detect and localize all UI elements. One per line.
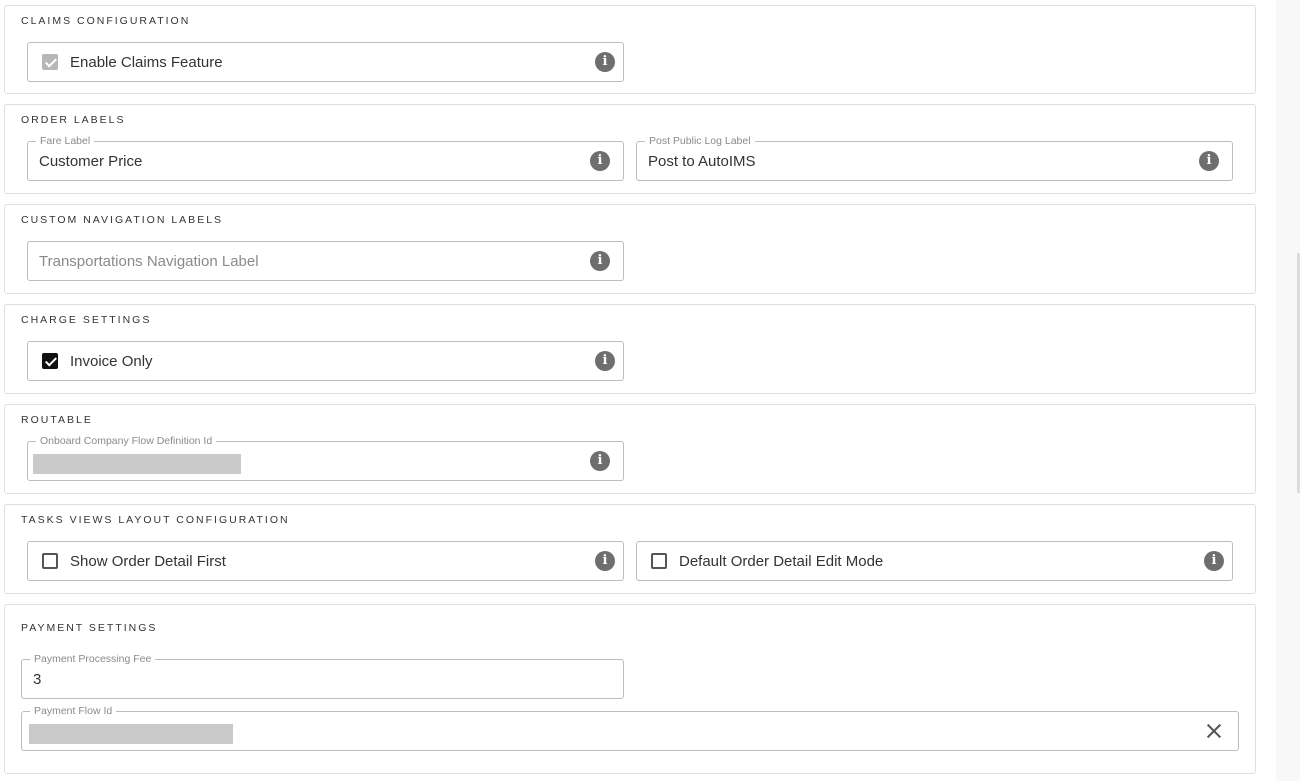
payment-processing-fee-legend: Payment Processing Fee	[30, 652, 156, 666]
info-icon[interactable]: i	[595, 551, 615, 571]
invoice-only-field[interactable]: Invoice Only i	[27, 341, 624, 381]
claims-configuration-section: CLAIMS CONFIGURATION Enable Claims Featu…	[4, 5, 1256, 94]
enable-claims-field[interactable]: Enable Claims Feature i	[27, 42, 624, 82]
show-order-detail-first-checkbox[interactable]	[42, 553, 58, 569]
fare-label-value[interactable]: Customer Price	[39, 153, 142, 170]
section-title: CLAIMS CONFIGURATION	[21, 15, 191, 27]
default-edit-mode-checkbox[interactable]	[651, 553, 667, 569]
info-icon[interactable]: i	[595, 351, 615, 371]
order-labels-section: ORDER LABELS Fare Label Customer Price i…	[4, 104, 1256, 194]
default-edit-mode-label: Default Order Detail Edit Mode	[679, 553, 884, 570]
section-title: CUSTOM NAVIGATION LABELS	[21, 214, 224, 226]
section-title: CHARGE SETTINGS	[21, 314, 152, 326]
fare-label-legend: Fare Label	[36, 134, 95, 148]
payment-processing-fee-field[interactable]: Payment Processing Fee 3	[21, 652, 624, 699]
fare-label-field[interactable]: Fare Label Customer Price i	[27, 134, 624, 181]
transportations-navigation-label-field[interactable]: Transportations Navigation Label i	[27, 241, 624, 281]
payment-flow-id-field[interactable]: Payment Flow Id	[21, 704, 1239, 751]
flow-definition-id-field[interactable]: Onboard Company Flow Definition Id i	[27, 434, 624, 481]
flow-definition-id-legend: Onboard Company Flow Definition Id	[36, 434, 217, 448]
payment-processing-fee-value[interactable]: 3	[33, 671, 41, 688]
post-public-log-label-legend: Post Public Log Label	[645, 134, 755, 148]
post-public-log-label-value[interactable]: Post to AutoIMS	[648, 153, 756, 170]
redacted-value	[29, 724, 233, 744]
section-title: TASKS VIEWS LAYOUT CONFIGURATION	[21, 514, 290, 526]
payment-settings-section: PAYMENT SETTINGS Payment Processing Fee …	[4, 604, 1256, 774]
invoice-only-checkbox[interactable]	[42, 353, 58, 369]
default-edit-mode-field[interactable]: Default Order Detail Edit Mode i	[636, 541, 1233, 581]
section-title: ROUTABLE	[21, 414, 93, 426]
transportations-navigation-label-placeholder[interactable]: Transportations Navigation Label	[39, 253, 259, 270]
invoice-only-label: Invoice Only	[70, 353, 153, 370]
charge-settings-section: CHARGE SETTINGS Invoice Only i	[4, 304, 1256, 394]
info-icon[interactable]: i	[1204, 551, 1224, 571]
close-icon[interactable]	[1204, 721, 1224, 741]
redacted-value	[33, 454, 241, 474]
info-icon[interactable]: i	[1199, 151, 1219, 171]
payment-flow-id-legend: Payment Flow Id	[30, 704, 117, 718]
show-order-detail-first-label: Show Order Detail First	[70, 553, 226, 570]
tasks-views-layout-section: TASKS VIEWS LAYOUT CONFIGURATION Show Or…	[4, 504, 1256, 594]
section-title: PAYMENT SETTINGS	[21, 622, 158, 634]
routable-section: ROUTABLE Onboard Company Flow Definition…	[4, 404, 1256, 494]
info-icon[interactable]: i	[590, 251, 610, 271]
info-icon[interactable]: i	[590, 151, 610, 171]
enable-claims-checkbox[interactable]	[42, 54, 58, 70]
custom-navigation-labels-section: CUSTOM NAVIGATION LABELS Transportations…	[4, 204, 1256, 294]
section-title: ORDER LABELS	[21, 114, 126, 126]
enable-claims-label: Enable Claims Feature	[70, 54, 223, 71]
info-icon[interactable]: i	[595, 52, 615, 72]
show-order-detail-first-field[interactable]: Show Order Detail First i	[27, 541, 624, 581]
post-public-log-label-field[interactable]: Post Public Log Label Post to AutoIMS i	[636, 134, 1233, 181]
info-icon[interactable]: i	[590, 451, 610, 471]
